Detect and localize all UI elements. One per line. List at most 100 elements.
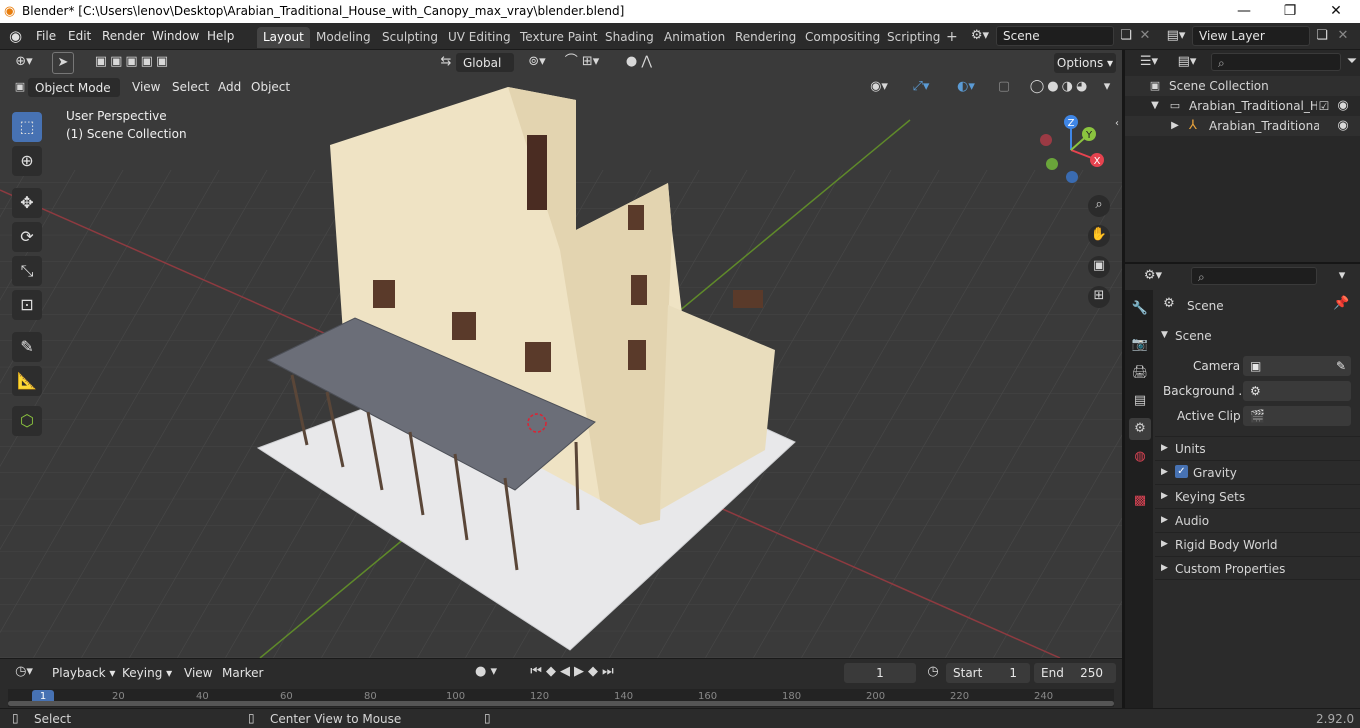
view-layer-tab-icon[interactable]: ▤: [1129, 390, 1151, 412]
collection-eye-icon[interactable]: ◉: [1335, 96, 1351, 116]
select-tool-icon[interactable]: ➤: [52, 52, 74, 74]
select-box-tool-icon[interactable]: ⬚: [12, 112, 42, 142]
record-icon[interactable]: ● ▾: [468, 662, 504, 682]
menu-file[interactable]: File: [36, 29, 56, 43]
render-tab-icon[interactable]: 📷: [1129, 334, 1151, 356]
blender-menu-icon[interactable]: ◉: [9, 27, 22, 45]
tab-modeling[interactable]: Modeling: [310, 27, 377, 48]
tab-animation[interactable]: Animation: [658, 27, 731, 48]
tab-layout[interactable]: Layout: [257, 27, 310, 48]
perspective-toggle-icon[interactable]: ⊞: [1088, 286, 1110, 308]
object-mode-dropdown[interactable]: Object Mode: [28, 78, 120, 97]
timeline-menu-keying[interactable]: Keying ▾: [122, 666, 172, 680]
selection-mode-icons[interactable]: ▣▣▣▣▣: [88, 52, 178, 72]
playback-controls[interactable]: ⏮◆◀▶◆⏭: [512, 662, 636, 682]
outliner-editor-icon[interactable]: ☰▾: [1135, 52, 1163, 72]
maximize-button[interactable]: ❐: [1267, 0, 1313, 23]
camera-field[interactable]: ▣ ✎: [1243, 356, 1351, 376]
tab-compositing[interactable]: Compositing: [799, 27, 886, 48]
transform-orientation-dropdown[interactable]: Global: [456, 53, 514, 72]
tab-uv-editing[interactable]: UV Editing: [442, 27, 517, 48]
viewport-menu-object[interactable]: Object: [251, 80, 290, 94]
rigid-body-world-panel[interactable]: ▶ Rigid Body World: [1155, 532, 1360, 556]
timeline-editor-icon[interactable]: ◷▾: [8, 662, 40, 682]
tab-shading[interactable]: Shading: [599, 27, 660, 48]
tab-rendering[interactable]: Rendering: [729, 27, 802, 48]
gravity-checkbox[interactable]: ✓: [1175, 465, 1188, 478]
minimize-button[interactable]: —: [1221, 0, 1267, 23]
rotate-tool-icon[interactable]: ⟳: [12, 222, 42, 252]
navigation-gizmo[interactable]: Z X Y: [1035, 112, 1115, 192]
expand-arrow-icon[interactable]: ▼: [1149, 96, 1161, 116]
tab-texture-paint[interactable]: Texture Paint: [514, 27, 603, 48]
menu-window[interactable]: Window: [152, 29, 199, 43]
menu-help[interactable]: Help: [207, 29, 234, 43]
visibility-icon[interactable]: ◉▾: [866, 77, 892, 97]
display-mode-icon[interactable]: ▤▾: [1173, 52, 1201, 72]
object-eye-icon[interactable]: ◉: [1335, 116, 1351, 136]
timeline-scrollbar[interactable]: [8, 701, 1114, 706]
start-frame-field[interactable]: Start 1: [946, 663, 1030, 683]
move-tool-icon[interactable]: ✥: [12, 188, 42, 218]
preview-range-icon[interactable]: ◷: [924, 662, 942, 682]
properties-search-input[interactable]: ⌕: [1191, 267, 1317, 285]
keying-sets-panel[interactable]: ▶ Keying Sets: [1155, 484, 1360, 508]
timeline-menu-playback[interactable]: Playback ▾: [52, 666, 115, 680]
shading-mode-icons[interactable]: ◯●◑◕: [1020, 77, 1100, 97]
new-view-layer-icon[interactable]: ❏: [1312, 26, 1332, 46]
timeline-menu-marker[interactable]: Marker: [222, 666, 263, 680]
active-clip-field[interactable]: 🎬: [1243, 406, 1351, 426]
view-layer-field[interactable]: View Layer: [1192, 26, 1310, 46]
outliner-search-input[interactable]: ⌕: [1211, 53, 1341, 71]
camera-view-icon[interactable]: ▣: [1088, 256, 1110, 278]
zoom-icon[interactable]: ⌕: [1088, 195, 1110, 217]
texture-tab-icon[interactable]: ▩: [1129, 490, 1151, 512]
background-scene-field[interactable]: ⚙: [1243, 381, 1351, 401]
pivot-icon[interactable]: ⊚▾: [522, 52, 552, 72]
3d-viewport[interactable]: ⊕▾ ➤ ▣▣▣▣▣ ⇆ Global ⊚▾ ⌒ ⊞▾ ● ⋀ Options …: [0, 50, 1122, 658]
tab-scripting[interactable]: Scripting: [881, 27, 946, 48]
snap-icon[interactable]: ⌒ ⊞▾: [558, 52, 606, 72]
viewport-menu-add[interactable]: Add: [218, 80, 241, 94]
gizmo-toggle-icon[interactable]: ⤢▾: [902, 77, 940, 97]
menu-edit[interactable]: Edit: [68, 29, 91, 43]
shading-options-icon[interactable]: ▾: [1100, 77, 1114, 97]
tool-tab-icon[interactable]: 🔧: [1129, 298, 1151, 320]
units-panel[interactable]: ▶ Units: [1155, 436, 1360, 460]
editor-type-icon[interactable]: ⊕▾: [8, 52, 40, 72]
output-tab-icon[interactable]: 🖨: [1129, 362, 1151, 384]
outliner-row-object[interactable]: ▶ ⅄ Arabian_Traditional_I ◉: [1125, 116, 1360, 136]
delete-view-layer-icon[interactable]: ✕: [1334, 26, 1352, 46]
scene-tab-icon[interactable]: ⚙: [1129, 418, 1151, 440]
measure-tool-icon[interactable]: 📐: [12, 366, 42, 396]
add-workspace-button[interactable]: +: [940, 27, 964, 48]
view-layer-selector-icon[interactable]: ▤▾: [1162, 26, 1190, 46]
scale-tool-icon[interactable]: ⤡: [12, 256, 42, 286]
current-frame-field[interactable]: 1: [844, 663, 916, 683]
end-frame-field[interactable]: End 250: [1034, 663, 1116, 683]
scene-field[interactable]: Scene: [996, 26, 1114, 46]
world-tab-icon[interactable]: ◍: [1129, 446, 1151, 468]
filter-icon[interactable]: ⏷: [1345, 52, 1359, 72]
pin-icon[interactable]: 📌: [1333, 294, 1349, 314]
pan-hand-icon[interactable]: ✋: [1088, 225, 1110, 247]
close-window-button[interactable]: ✕: [1313, 0, 1359, 23]
properties-options-icon[interactable]: ▾: [1335, 266, 1349, 286]
options-dropdown[interactable]: Options ▾: [1054, 53, 1116, 73]
scene-panel-header[interactable]: ▼ Scene: [1155, 326, 1360, 348]
collection-checkbox-icon[interactable]: ☑: [1317, 96, 1331, 116]
outliner-row-collection[interactable]: ▼ ▭ Arabian_Traditional_Hous ☑ ◉: [1125, 96, 1360, 116]
transform-tool-icon[interactable]: ⊡: [12, 290, 42, 320]
scene-selector-icon[interactable]: ⚙▾: [966, 26, 994, 46]
sidebar-toggle-icon[interactable]: ‹: [1112, 114, 1122, 134]
overlay-toggle-icon[interactable]: ◐▾: [946, 77, 986, 97]
xray-icon[interactable]: ▢: [996, 77, 1012, 97]
timeline-menu-view[interactable]: View: [184, 666, 212, 680]
audio-panel[interactable]: ▶ Audio: [1155, 508, 1360, 532]
viewport-menu-select[interactable]: Select: [172, 80, 209, 94]
viewport-menu-view[interactable]: View: [132, 80, 160, 94]
menu-render[interactable]: Render: [102, 29, 145, 43]
cursor-tool-icon[interactable]: ⊕: [12, 146, 42, 176]
delete-scene-icon[interactable]: ✕: [1136, 26, 1154, 46]
add-cube-tool-icon[interactable]: ⬡: [12, 406, 42, 436]
